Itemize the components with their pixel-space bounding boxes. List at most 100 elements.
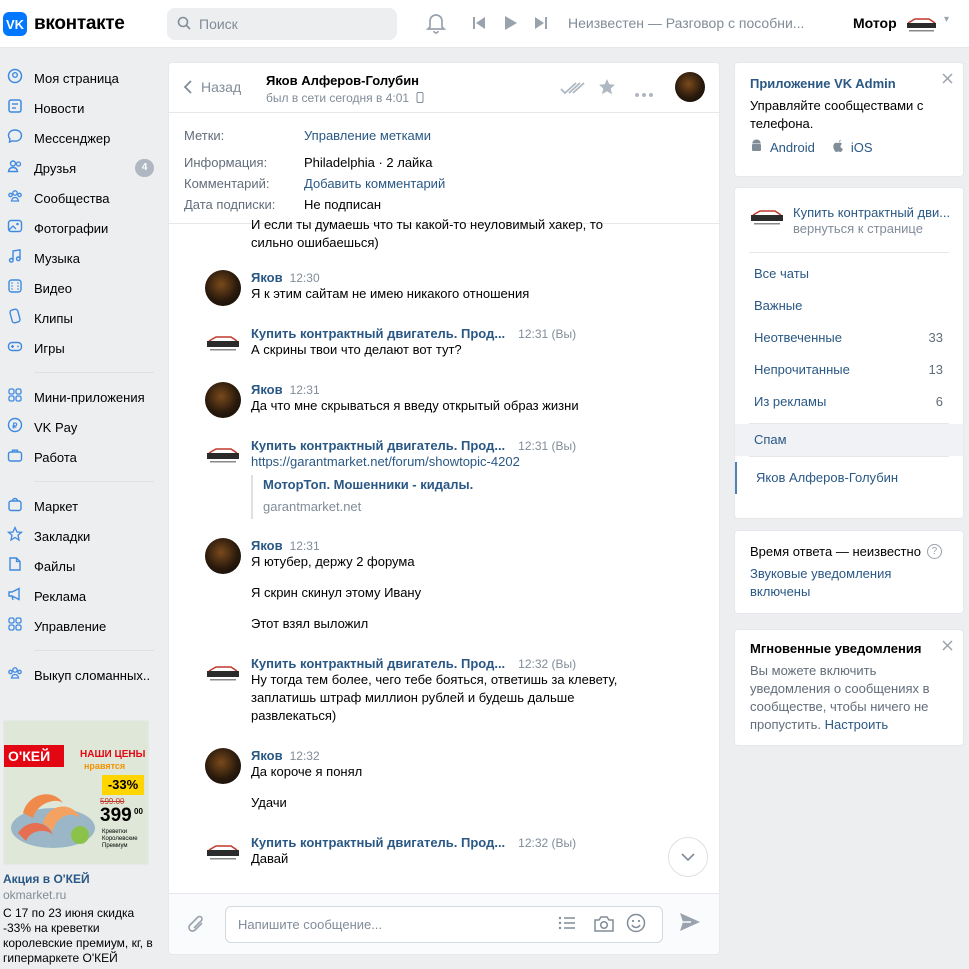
info-row-comment: Комментарий: Добавить комментарий	[169, 173, 719, 194]
ads-icon	[0, 586, 30, 606]
avatar[interactable]	[205, 748, 241, 784]
template-list-icon[interactable]	[558, 915, 576, 936]
avatar[interactable]	[205, 656, 241, 692]
nav-label: Клипы	[34, 310, 73, 326]
nav-messenger[interactable]: Мессенджер	[0, 123, 160, 153]
nav-manage[interactable]: Управление	[0, 611, 160, 641]
chat-avatar[interactable]	[675, 72, 705, 102]
filter-spam[interactable]: Спам	[735, 424, 963, 456]
chat-status-text: был в сети сегодня в 4:01	[266, 91, 410, 105]
nav-label: Маркет	[34, 498, 79, 514]
nav-vkpay[interactable]: ₽ VK Pay	[0, 412, 160, 442]
community-logo-icon[interactable]	[905, 13, 938, 35]
avatar[interactable]	[205, 382, 241, 418]
nav-games[interactable]: Игры	[0, 333, 160, 363]
nav-video[interactable]: Видео	[0, 273, 160, 303]
close-icon[interactable]	[942, 71, 953, 87]
manage-labels-link[interactable]: Управление метками	[304, 128, 431, 143]
message-author[interactable]: Яков 12:31	[251, 538, 691, 553]
send-icon[interactable]	[679, 912, 701, 938]
android-link[interactable]: Android	[770, 140, 815, 155]
nav-photos[interactable]: Фотографии	[0, 213, 160, 243]
player-track-title[interactable]: Неизвестен — Разговор с пособни...	[568, 15, 804, 31]
nav-mini-apps[interactable]: Мини-приложения	[0, 382, 160, 412]
shrimp-image-icon	[11, 794, 95, 848]
info-value: Не подписан	[304, 197, 382, 212]
search-input[interactable]: Поиск	[167, 8, 397, 40]
nav-music[interactable]: Музыка	[0, 243, 160, 273]
message-author[interactable]: Купить контрактный двигатель. Прод... 12:…	[251, 438, 691, 453]
message-author[interactable]: Купить контрактный двигатель. Прод... 12:…	[251, 835, 691, 850]
add-comment-link[interactable]: Добавить комментарий	[304, 176, 445, 191]
avatar[interactable]	[205, 326, 241, 362]
play-icon[interactable]	[504, 15, 518, 36]
prev-track-icon[interactable]	[472, 16, 486, 35]
star-icon[interactable]	[598, 78, 616, 101]
avatar[interactable]	[205, 438, 241, 474]
scroll-down-button[interactable]	[668, 837, 708, 877]
camera-icon[interactable]	[593, 915, 615, 938]
message-text: сильно ошибаешься)	[251, 235, 379, 250]
link-preview-card[interactable]: МоторТоп. Мошенники - кидалы. garantmark…	[251, 475, 691, 519]
nav-work[interactable]: Работа	[0, 442, 160, 472]
nav-files[interactable]: Файлы	[0, 551, 160, 581]
avatar[interactable]	[205, 538, 241, 574]
nav-ads[interactable]: Реклама	[0, 581, 160, 611]
message-author[interactable]: Купить контрактный двигатель. Прод... 12:…	[251, 326, 691, 341]
header-user-name[interactable]: Мотор	[853, 15, 897, 31]
chevron-down-icon[interactable]: ▾	[944, 14, 949, 25]
nav-news[interactable]: Новости	[0, 93, 160, 123]
avatar[interactable]	[205, 270, 241, 306]
nav-friends[interactable]: Друзья 4	[0, 153, 160, 183]
active-chat-item[interactable]: Яков Алферов-Голубин	[735, 462, 963, 494]
filter-all-chats[interactable]: Все чаты	[735, 258, 963, 290]
message-composer: Напишите сообщение...	[169, 893, 719, 954]
friends-count-badge: 4	[135, 159, 154, 177]
next-track-icon[interactable]	[534, 16, 548, 35]
ad-title[interactable]: Акция в О'КЕЙ	[3, 872, 153, 886]
double-check-icon	[560, 81, 586, 100]
filter-unread[interactable]: Непрочитанные 13	[735, 354, 963, 386]
ios-link[interactable]: iOS	[851, 140, 873, 155]
help-icon[interactable]: ?	[926, 544, 942, 559]
nav-bookmarks[interactable]: Закладки	[0, 521, 160, 551]
sound-notifications-link[interactable]: Звуковые уведомления включены	[750, 565, 920, 601]
nav-clips[interactable]: Клипы	[0, 303, 160, 333]
more-icon[interactable]	[634, 85, 654, 103]
avatar[interactable]	[205, 835, 241, 871]
community-back-link[interactable]: вернуться к странице	[793, 221, 923, 236]
community-header[interactable]: Купить контрактный дви... вернуться к ст…	[735, 188, 963, 252]
ad-domain[interactable]: okmarket.ru	[3, 888, 153, 902]
vk-logo[interactable]: VK вконтакте	[3, 12, 125, 36]
nav-market[interactable]: Маркет	[0, 491, 160, 521]
nav-label: Музыка	[34, 250, 80, 266]
link-preview-title[interactable]: МоторТоп. Мошенники - кидалы.	[263, 475, 691, 495]
community-name[interactable]: Купить контрактный дви...	[793, 205, 950, 220]
nav-communities[interactable]: Сообщества	[0, 183, 160, 213]
chat-title[interactable]: Яков Алферов-Голубин	[266, 73, 419, 88]
ad-new-price: 399	[100, 805, 132, 826]
nav-community-link[interactable]: Выкуп сломанных..	[0, 660, 160, 690]
unanswered-count: 33	[928, 330, 943, 345]
configure-link[interactable]: Настроить	[825, 717, 889, 732]
attach-icon[interactable]	[187, 914, 207, 941]
message-link[interactable]: https://garantmarket.net/forum/showtopic…	[251, 454, 520, 469]
emoji-icon[interactable]	[626, 913, 646, 938]
nav-my-page[interactable]: Моя страница	[0, 63, 160, 93]
vk-admin-title[interactable]: Приложение VK Admin	[750, 76, 948, 91]
filter-unanswered[interactable]: Неотвеченные 33	[735, 322, 963, 354]
message-author[interactable]: Яков 12:31	[251, 382, 691, 397]
message-author[interactable]: Купить контрактный двигатель. Прод... 12:…	[251, 656, 691, 671]
ad-image[interactable]: О'КЕЙ НАШИ ЦЕНЫ нравятся -33% 599.00 399…	[3, 720, 149, 865]
from-ads-count: 6	[935, 394, 943, 409]
filter-important[interactable]: Важные	[735, 290, 963, 322]
back-button[interactable]: Назад	[183, 79, 241, 95]
bell-icon[interactable]	[425, 12, 447, 39]
message-author[interactable]: Яков 12:32	[251, 748, 691, 763]
close-icon[interactable]	[942, 638, 953, 654]
ad-block[interactable]: О'КЕЙ НАШИ ЦЕНЫ нравятся -33% 599.00 399…	[3, 720, 153, 966]
filter-from-ads[interactable]: Из рекламы 6	[735, 386, 963, 418]
message-author[interactable]: Яков 12:30	[251, 270, 691, 285]
search-icon	[177, 16, 191, 33]
ad-new-price-kop: 00	[134, 807, 143, 816]
